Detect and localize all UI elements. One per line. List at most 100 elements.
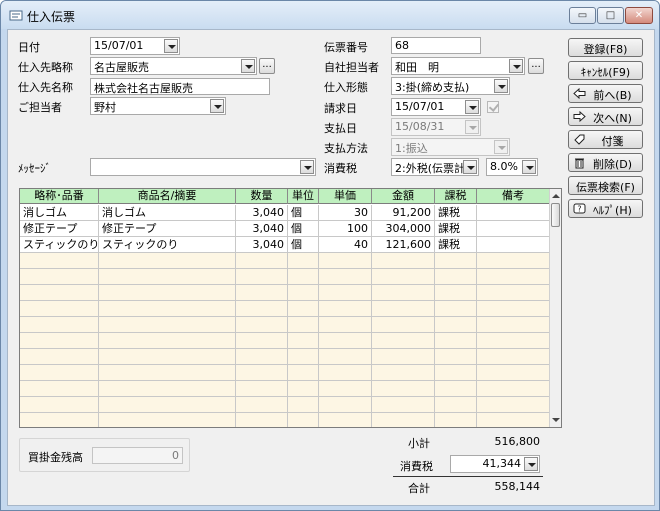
cell-note[interactable] (477, 285, 550, 301)
cell-note[interactable] (477, 301, 550, 317)
close-button[interactable]: ✕ (625, 7, 653, 24)
cell-price[interactable] (319, 397, 372, 413)
empty-table-row[interactable] (20, 317, 550, 333)
slip-no-field[interactable]: 68 (391, 37, 481, 54)
chevron-down-icon[interactable] (509, 59, 523, 73)
cell-unit[interactable]: 個 (288, 221, 319, 237)
cell-unit[interactable] (288, 317, 319, 333)
cell-note[interactable] (477, 317, 550, 333)
tax-rate-select[interactable]: 8.0% (486, 158, 538, 176)
supplier-name-field[interactable]: 株式会社名古屋販売 (90, 78, 270, 95)
cell-unit[interactable] (288, 349, 319, 365)
cell-product[interactable] (99, 317, 236, 333)
cell-amount[interactable] (372, 333, 435, 349)
cell-product[interactable] (99, 365, 236, 381)
cell-qty[interactable] (236, 301, 288, 317)
cell-code[interactable] (20, 269, 99, 285)
cell-tax[interactable] (435, 397, 477, 413)
cell-unit[interactable] (288, 253, 319, 269)
cell-code[interactable] (20, 333, 99, 349)
cell-unit[interactable] (288, 413, 319, 427)
delete-button[interactable]: 削除(D) (568, 153, 643, 172)
date-field[interactable]: 15/07/01 (90, 37, 180, 55)
empty-table-row[interactable] (20, 349, 550, 365)
col-code-header[interactable]: 略称･品番 (20, 189, 99, 204)
cell-qty[interactable] (236, 381, 288, 397)
cell-amount[interactable]: 304,000 (372, 221, 435, 237)
cell-amount[interactable] (372, 253, 435, 269)
cancel-button[interactable]: ｷｬﾝｾﾙ(F9) (568, 61, 643, 80)
cell-note[interactable] (477, 333, 550, 349)
cell-product[interactable] (99, 269, 236, 285)
cell-tax[interactable] (435, 413, 477, 427)
cell-amount[interactable]: 121,600 (372, 237, 435, 253)
empty-table-row[interactable] (20, 285, 550, 301)
cell-product[interactable] (99, 285, 236, 301)
cell-price[interactable]: 30 (319, 205, 372, 221)
cell-tax[interactable]: 課税 (435, 237, 477, 253)
cell-amount[interactable] (372, 317, 435, 333)
col-product-header[interactable]: 商品名/摘要 (99, 189, 236, 204)
payment-method-select[interactable]: 1:振込 (391, 138, 510, 156)
cell-price[interactable] (319, 413, 372, 427)
chevron-down-icon[interactable] (463, 160, 477, 174)
purchase-type-select[interactable]: 3:掛(締め支払) (391, 77, 510, 95)
cell-code[interactable] (20, 381, 99, 397)
grid-scrollbar[interactable] (549, 189, 561, 427)
contact-select[interactable]: 野村 (90, 97, 226, 115)
cell-price[interactable] (319, 349, 372, 365)
empty-table-row[interactable] (20, 365, 550, 381)
cell-note[interactable] (477, 221, 550, 237)
cell-note[interactable] (477, 365, 550, 381)
maximize-button[interactable]: □ (597, 7, 624, 24)
cell-code[interactable]: スティックのり (20, 237, 99, 253)
empty-table-row[interactable] (20, 253, 550, 269)
message-select[interactable] (90, 158, 316, 176)
cell-tax[interactable] (435, 317, 477, 333)
cell-qty[interactable] (236, 269, 288, 285)
supplier-short-select[interactable]: 名古屋販売 (90, 57, 257, 75)
chevron-down-icon[interactable] (300, 160, 314, 174)
chevron-down-icon[interactable] (465, 100, 479, 114)
cell-code[interactable] (20, 413, 99, 427)
cell-note[interactable] (477, 205, 550, 221)
next-button[interactable]: 次へ(N) (568, 107, 643, 126)
cell-tax[interactable] (435, 381, 477, 397)
cell-tax[interactable]: 課税 (435, 205, 477, 221)
title-bar[interactable]: 仕入伝票 ▭ □ ✕ (1, 1, 659, 29)
cell-product[interactable] (99, 333, 236, 349)
cell-price[interactable]: 100 (319, 221, 372, 237)
help-button[interactable]: ? ﾍﾙﾌﾟ(H) (568, 199, 643, 218)
cell-price[interactable] (319, 365, 372, 381)
cell-unit[interactable] (288, 397, 319, 413)
cell-product[interactable] (99, 381, 236, 397)
col-note-header[interactable]: 備考 (477, 189, 550, 204)
scroll-up-icon[interactable] (552, 194, 560, 198)
cell-amount[interactable]: 91,200 (372, 205, 435, 221)
cell-amount[interactable] (372, 269, 435, 285)
cell-qty[interactable]: 3,040 (236, 237, 288, 253)
cell-qty[interactable] (236, 333, 288, 349)
cell-amount[interactable] (372, 381, 435, 397)
prev-button[interactable]: 前へ(B) (568, 84, 643, 103)
col-price-header[interactable]: 単価 (319, 189, 372, 204)
cell-unit[interactable]: 個 (288, 205, 319, 221)
cell-tax[interactable] (435, 365, 477, 381)
cell-tax[interactable] (435, 349, 477, 365)
cell-amount[interactable] (372, 413, 435, 427)
cell-tax[interactable] (435, 269, 477, 285)
billing-date-checkbox[interactable] (487, 101, 499, 113)
cell-price[interactable] (319, 333, 372, 349)
line-items-grid[interactable]: 略称･品番 商品名/摘要 数量 単位 単価 金額 課税 備考 消しゴム 消しゴム 3… (19, 188, 562, 428)
empty-table-row[interactable] (20, 381, 550, 397)
cell-code[interactable]: 消しゴム (20, 205, 99, 221)
cell-note[interactable] (477, 269, 550, 285)
empty-table-row[interactable] (20, 413, 550, 427)
cell-note[interactable] (477, 397, 550, 413)
chevron-down-icon[interactable] (494, 140, 508, 154)
chevron-down-icon[interactable] (164, 39, 178, 53)
col-amount-header[interactable]: 金額 (372, 189, 435, 204)
cell-amount[interactable] (372, 301, 435, 317)
cell-code[interactable] (20, 253, 99, 269)
cell-note[interactable] (477, 381, 550, 397)
